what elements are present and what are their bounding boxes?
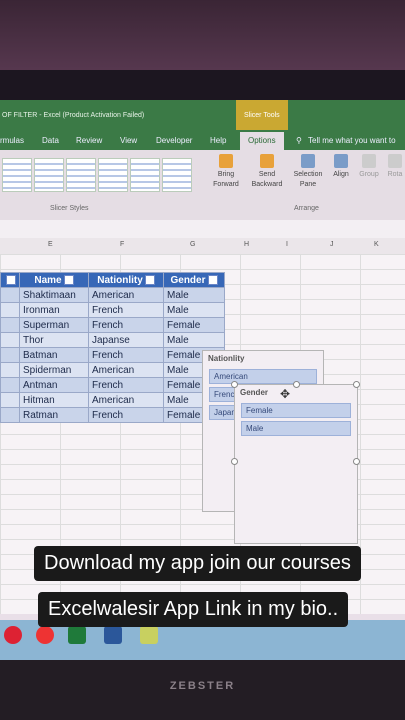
slicer-style-6[interactable] [162,158,192,192]
column-headers: E F G H I J K [0,238,405,255]
slicer-item[interactable]: Male [241,421,351,436]
align-icon [334,154,348,168]
slicer-item[interactable]: American [209,369,317,384]
bring-forward-button[interactable]: Bring Forward [206,154,246,190]
resize-handle[interactable] [231,458,238,465]
table-row[interactable]: Hitman American Male [0,392,225,408]
filter-dropdown-icon[interactable] [144,274,155,285]
table-row[interactable]: Ratman French Female [0,407,225,423]
filter-dropdown-icon[interactable] [63,274,74,285]
tell-me-search[interactable]: Tell me what you want to [308,136,396,145]
filter-dropdown-icon[interactable] [6,274,16,285]
col-header-g[interactable]: G [190,241,195,248]
table-row[interactable]: Batman French Female [0,347,225,363]
align-button[interactable]: Align [328,154,354,180]
col-header-e[interactable]: E [48,241,53,248]
col-header-h[interactable]: H [244,241,249,248]
arrange-label: Arrange [294,205,319,212]
gender-slicer[interactable]: Gender Female Male [234,384,358,544]
rotate-icon [388,154,402,168]
selection-pane-button[interactable]: Selection Pane [288,154,328,190]
table-row[interactable]: Shaktimaan American Male [0,287,225,303]
tab-data[interactable]: Data [42,136,59,145]
table-row[interactable]: Thor Japanse Male [0,332,225,348]
resize-handle[interactable] [353,458,360,465]
lightbulb-icon: ⚲ [296,136,302,145]
resize-handle[interactable] [293,381,300,388]
chrome-icon[interactable] [4,626,22,644]
table-row[interactable]: Spiderman American Male [0,362,225,378]
browser-icon[interactable] [36,626,54,644]
title-bar: OF FILTER - Excel (Product Activation Fa… [0,100,405,130]
rotate-button[interactable]: Rota [384,154,405,180]
col-header-f[interactable]: F [120,241,124,248]
send-backward-button[interactable]: Send Backward [246,154,288,190]
formula-bar[interactable] [0,220,405,239]
monitor-brand-logo: ZEBSTER [169,680,236,692]
group-button[interactable]: Group [356,154,382,180]
ribbon-panel: Slicer Styles Bring Forward Send Backwar… [0,150,405,221]
selection-pane-icon [301,154,315,168]
slicer-style-1[interactable] [2,158,32,192]
col-header-j[interactable]: J [330,241,334,248]
tab-formulas[interactable]: rmulas [0,136,24,145]
resize-handle[interactable] [353,381,360,388]
window-title: OF FILTER - Excel (Product Activation Fa… [2,112,145,119]
header-nationality: Nationlity [88,272,164,288]
slicer-tools-label: Slicer Tools [244,112,280,119]
col-header-k[interactable]: K [374,241,379,248]
tab-help[interactable]: Help [210,136,226,145]
tab-review[interactable]: Review [76,136,102,145]
table-header-row: Name Nationlity Gender [0,272,225,288]
move-cursor-icon: ✥ [280,387,291,401]
send-backward-icon [260,154,274,168]
slicer-style-5[interactable] [130,158,160,192]
slicer-style-2[interactable] [34,158,64,192]
group-icon [362,154,376,168]
table-row[interactable]: Antman French Female [0,377,225,393]
background-wall [0,0,405,80]
slicer-tools-context: Slicer Tools [236,100,288,130]
excel-icon[interactable] [68,626,86,644]
header-gender: Gender [163,272,225,288]
table-row[interactable]: Superman French Female [0,317,225,333]
slicer-title: Nationlity [208,354,245,363]
tab-options[interactable]: Options [240,132,284,150]
tab-view[interactable]: View [120,136,137,145]
slicer-style-3[interactable] [66,158,96,192]
table-row[interactable]: Ironman French Male [0,302,225,318]
resize-handle[interactable] [231,381,238,388]
header-name: Name [19,272,89,288]
word-icon[interactable] [104,626,122,644]
header-blank [0,272,20,288]
bring-forward-icon [219,154,233,168]
caption-line-1: Download my app join our courses [34,546,361,581]
data-table: Name Nationlity Gender Shaktimaan America… [0,272,225,423]
col-header-i[interactable]: I [286,241,288,248]
app-icon[interactable] [140,626,158,644]
slicer-style-4[interactable] [98,158,128,192]
slicer-styles-label: Slicer Styles [50,205,89,212]
slicer-item[interactable]: Female [241,403,351,418]
tab-developer[interactable]: Developer [156,136,192,145]
filter-dropdown-icon[interactable] [207,274,218,285]
caption-line-2: Excelwalesir App Link in my bio.. [38,592,349,627]
ribbon-tabs: rmulas Data Review View Developer Help O… [0,130,405,150]
